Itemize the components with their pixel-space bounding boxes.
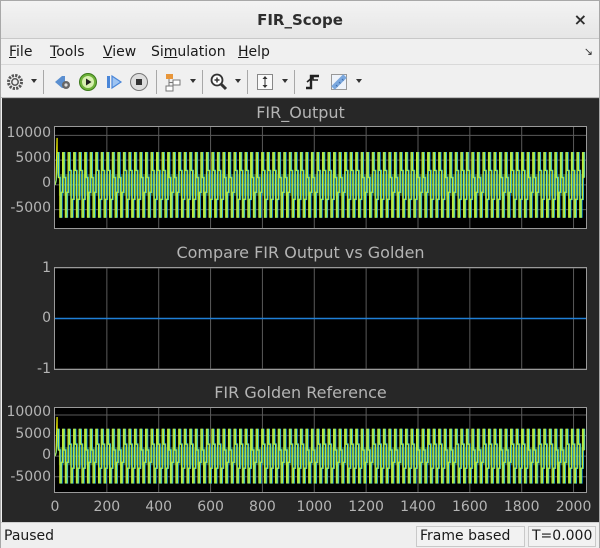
run-icon [79, 73, 97, 91]
menu-bar: File Tools View Simulation Help ↘ [1, 40, 599, 65]
toolbar-separator [247, 70, 248, 94]
status-bar: Paused Frame based T=0.000 [1, 522, 599, 548]
triggers-icon [306, 74, 319, 90]
plot-canvas [55, 408, 586, 492]
toolbar-separator [294, 70, 295, 94]
step-forward-button[interactable] [104, 72, 124, 92]
scope-display: FIR_Output 10000 5000 0 -5000 Compare FI… [2, 98, 599, 522]
menu-view-label: View [103, 44, 137, 60]
step-back-icon [55, 76, 70, 89]
plot-canvas [55, 268, 586, 369]
y-tick-label: 1 [42, 260, 51, 276]
menu-file-label: File [9, 44, 33, 60]
menu-tools-label: Tools [50, 44, 85, 60]
y-tick-label: -1 [37, 361, 51, 377]
x-tick-label: 1200 [348, 499, 384, 515]
x-tick-label: 1800 [503, 499, 540, 515]
zoom-in-icon [210, 73, 228, 91]
x-tick-label: 1600 [452, 499, 488, 515]
y-tick-label: 0 [42, 310, 51, 326]
plot-title-golden-reference: FIR Golden Reference [214, 383, 387, 402]
menu-simulation-label: Simulation [151, 44, 226, 60]
triggers-button[interactable] [303, 72, 323, 92]
axes-compare[interactable] [54, 267, 587, 370]
highlight-block-button[interactable] [163, 72, 183, 92]
menu-tools[interactable]: Tools [50, 44, 85, 60]
step-back-button[interactable] [52, 72, 72, 92]
x-tick-label: 1000 [296, 499, 333, 515]
time-indicator: T=0.000 [528, 526, 596, 547]
run-button[interactable] [78, 72, 98, 92]
menu-file[interactable]: File [9, 44, 32, 60]
scale-y-axis-icon [257, 74, 273, 90]
x-tick-label: 600 [197, 499, 224, 515]
stop-icon [130, 73, 148, 91]
zoom-dropdown[interactable] [235, 79, 241, 83]
close-icon[interactable]: × [574, 10, 587, 29]
scale-axes-button[interactable] [255, 72, 275, 92]
x-tick-label: 0 [50, 499, 60, 515]
plot-title-fir-output: FIR_Output [256, 103, 345, 122]
toolbar [1, 66, 599, 98]
y-tick-label: 0 [42, 447, 51, 463]
window-title: FIR_Scope [257, 11, 343, 29]
y-tick-label: 0 [42, 175, 51, 191]
measurements-dropdown[interactable] [356, 79, 362, 83]
y-tick-label: -5000 [10, 200, 51, 216]
menu-simulation[interactable]: Simulation [151, 44, 226, 60]
y-tick-label: -5000 [10, 469, 51, 485]
toolbar-separator [156, 70, 157, 94]
step-forward-icon [107, 74, 123, 90]
menu-view[interactable]: View [103, 44, 136, 60]
ruler-icon [331, 74, 347, 90]
x-tick-label: 1400 [400, 499, 436, 515]
status-text: Paused [4, 528, 55, 544]
settings-dropdown[interactable] [31, 79, 37, 83]
menu-help[interactable]: Help [238, 44, 270, 60]
y-tick-label: 10000 [6, 125, 51, 141]
plot-title-compare: Compare FIR Output vs Golden [176, 243, 425, 262]
scale-axes-dropdown[interactable] [282, 79, 288, 83]
x-tick-label: 400 [145, 499, 173, 515]
axes-fir-output[interactable] [54, 126, 587, 229]
settings-button[interactable] [5, 72, 25, 92]
y-tick-label: 10000 [6, 404, 51, 420]
stop-button[interactable] [129, 72, 149, 92]
toolbar-separator [43, 70, 44, 94]
highlight-block-dropdown[interactable] [190, 79, 196, 83]
measurements-button[interactable] [329, 72, 349, 92]
toolbar-separator [202, 70, 203, 94]
gear-icon [7, 74, 23, 90]
zoom-in-button[interactable] [209, 72, 229, 92]
x-tick-label: 800 [249, 499, 276, 515]
plot-canvas [55, 127, 586, 228]
scope-window: FIR_Scope × File Tools View Simulation H… [0, 0, 600, 548]
highlight-block-icon [165, 74, 181, 92]
y-tick-label: 5000 [15, 426, 51, 442]
x-tick-label: 2000 [555, 499, 592, 515]
menu-help-label: Help [238, 44, 270, 60]
x-tick-label: 200 [93, 499, 121, 515]
frame-mode-indicator: Frame based [416, 526, 525, 547]
undock-icon[interactable]: ↘ [584, 45, 593, 58]
title-bar: FIR_Scope × [1, 1, 599, 39]
y-tick-label: 5000 [15, 150, 51, 166]
axes-golden-reference[interactable] [54, 407, 587, 493]
